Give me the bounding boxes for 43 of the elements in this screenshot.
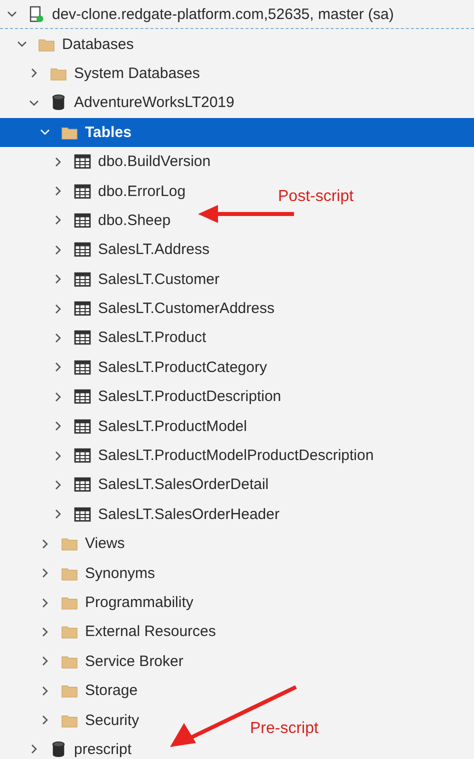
tree-item[interactable]: SalesLT.ProductModel: [0, 411, 255, 441]
tree-item[interactable]: Storage: [0, 676, 146, 706]
tree-item[interactable]: dbo.ErrorLog: [0, 176, 194, 206]
table-icon: [74, 300, 91, 318]
tree-item[interactable]: dev-clone.redgate-platform.com,52635, master (sa): [0, 0, 474, 30]
tree-item[interactable]: AdventureWorksLT2019: [0, 88, 242, 118]
tree-item[interactable]: SalesLT.Address: [0, 235, 218, 265]
tree-item[interactable]: dbo.BuildVersion: [0, 146, 219, 176]
tree-item[interactable]: Views: [0, 529, 133, 558]
table-icon: [74, 329, 91, 346]
tree-item[interactable]: dbo.Sheep: [0, 206, 179, 236]
table-icon: [74, 270, 91, 288]
table-icon: [74, 153, 91, 170]
tree-item[interactable]: Security: [0, 705, 148, 735]
tree-item[interactable]: SalesLT.SalesOrderDetail: [0, 470, 277, 500]
tree-item[interactable]: External Resources: [0, 617, 224, 647]
tree-item[interactable]: Databases: [0, 29, 142, 59]
tree-item[interactable]: Synonyms: [0, 558, 164, 588]
tree-item[interactable]: Tables: [0, 118, 474, 147]
tree-item[interactable]: System Databases: [0, 58, 208, 88]
table-icon: [74, 358, 91, 376]
tree-item[interactable]: Service Broker: [0, 646, 192, 676]
tree-item[interactable]: SalesLT.Product: [0, 323, 214, 353]
database-icon: [50, 740, 67, 758]
tree-item[interactable]: SalesLT.CustomerAddress: [0, 294, 282, 324]
table-icon: [74, 241, 91, 258]
tree-item[interactable]: Programmability: [0, 588, 202, 618]
database-icon: [50, 94, 67, 112]
tree-item[interactable]: SalesLT.SalesOrderHeader: [0, 500, 288, 530]
table-icon: [74, 476, 91, 494]
table-icon: [74, 506, 91, 523]
annotation-label: Post-script: [278, 188, 354, 206]
table-icon: [74, 418, 91, 435]
tree-item[interactable]: SalesLT.ProductDescription: [0, 382, 290, 412]
table-icon: [74, 388, 91, 406]
tree-item[interactable]: SalesLT.ProductCategory: [0, 352, 275, 382]
tree-item[interactable]: SalesLT.Customer: [0, 264, 228, 294]
tree-item[interactable]: prescript: [0, 734, 140, 759]
table-icon: [74, 182, 91, 200]
tree-item[interactable]: SalesLT.ProductModelProductDescription: [0, 440, 382, 470]
table-icon: [74, 212, 91, 229]
table-icon: [74, 447, 91, 464]
annotation-label: Pre-script: [250, 720, 318, 738]
